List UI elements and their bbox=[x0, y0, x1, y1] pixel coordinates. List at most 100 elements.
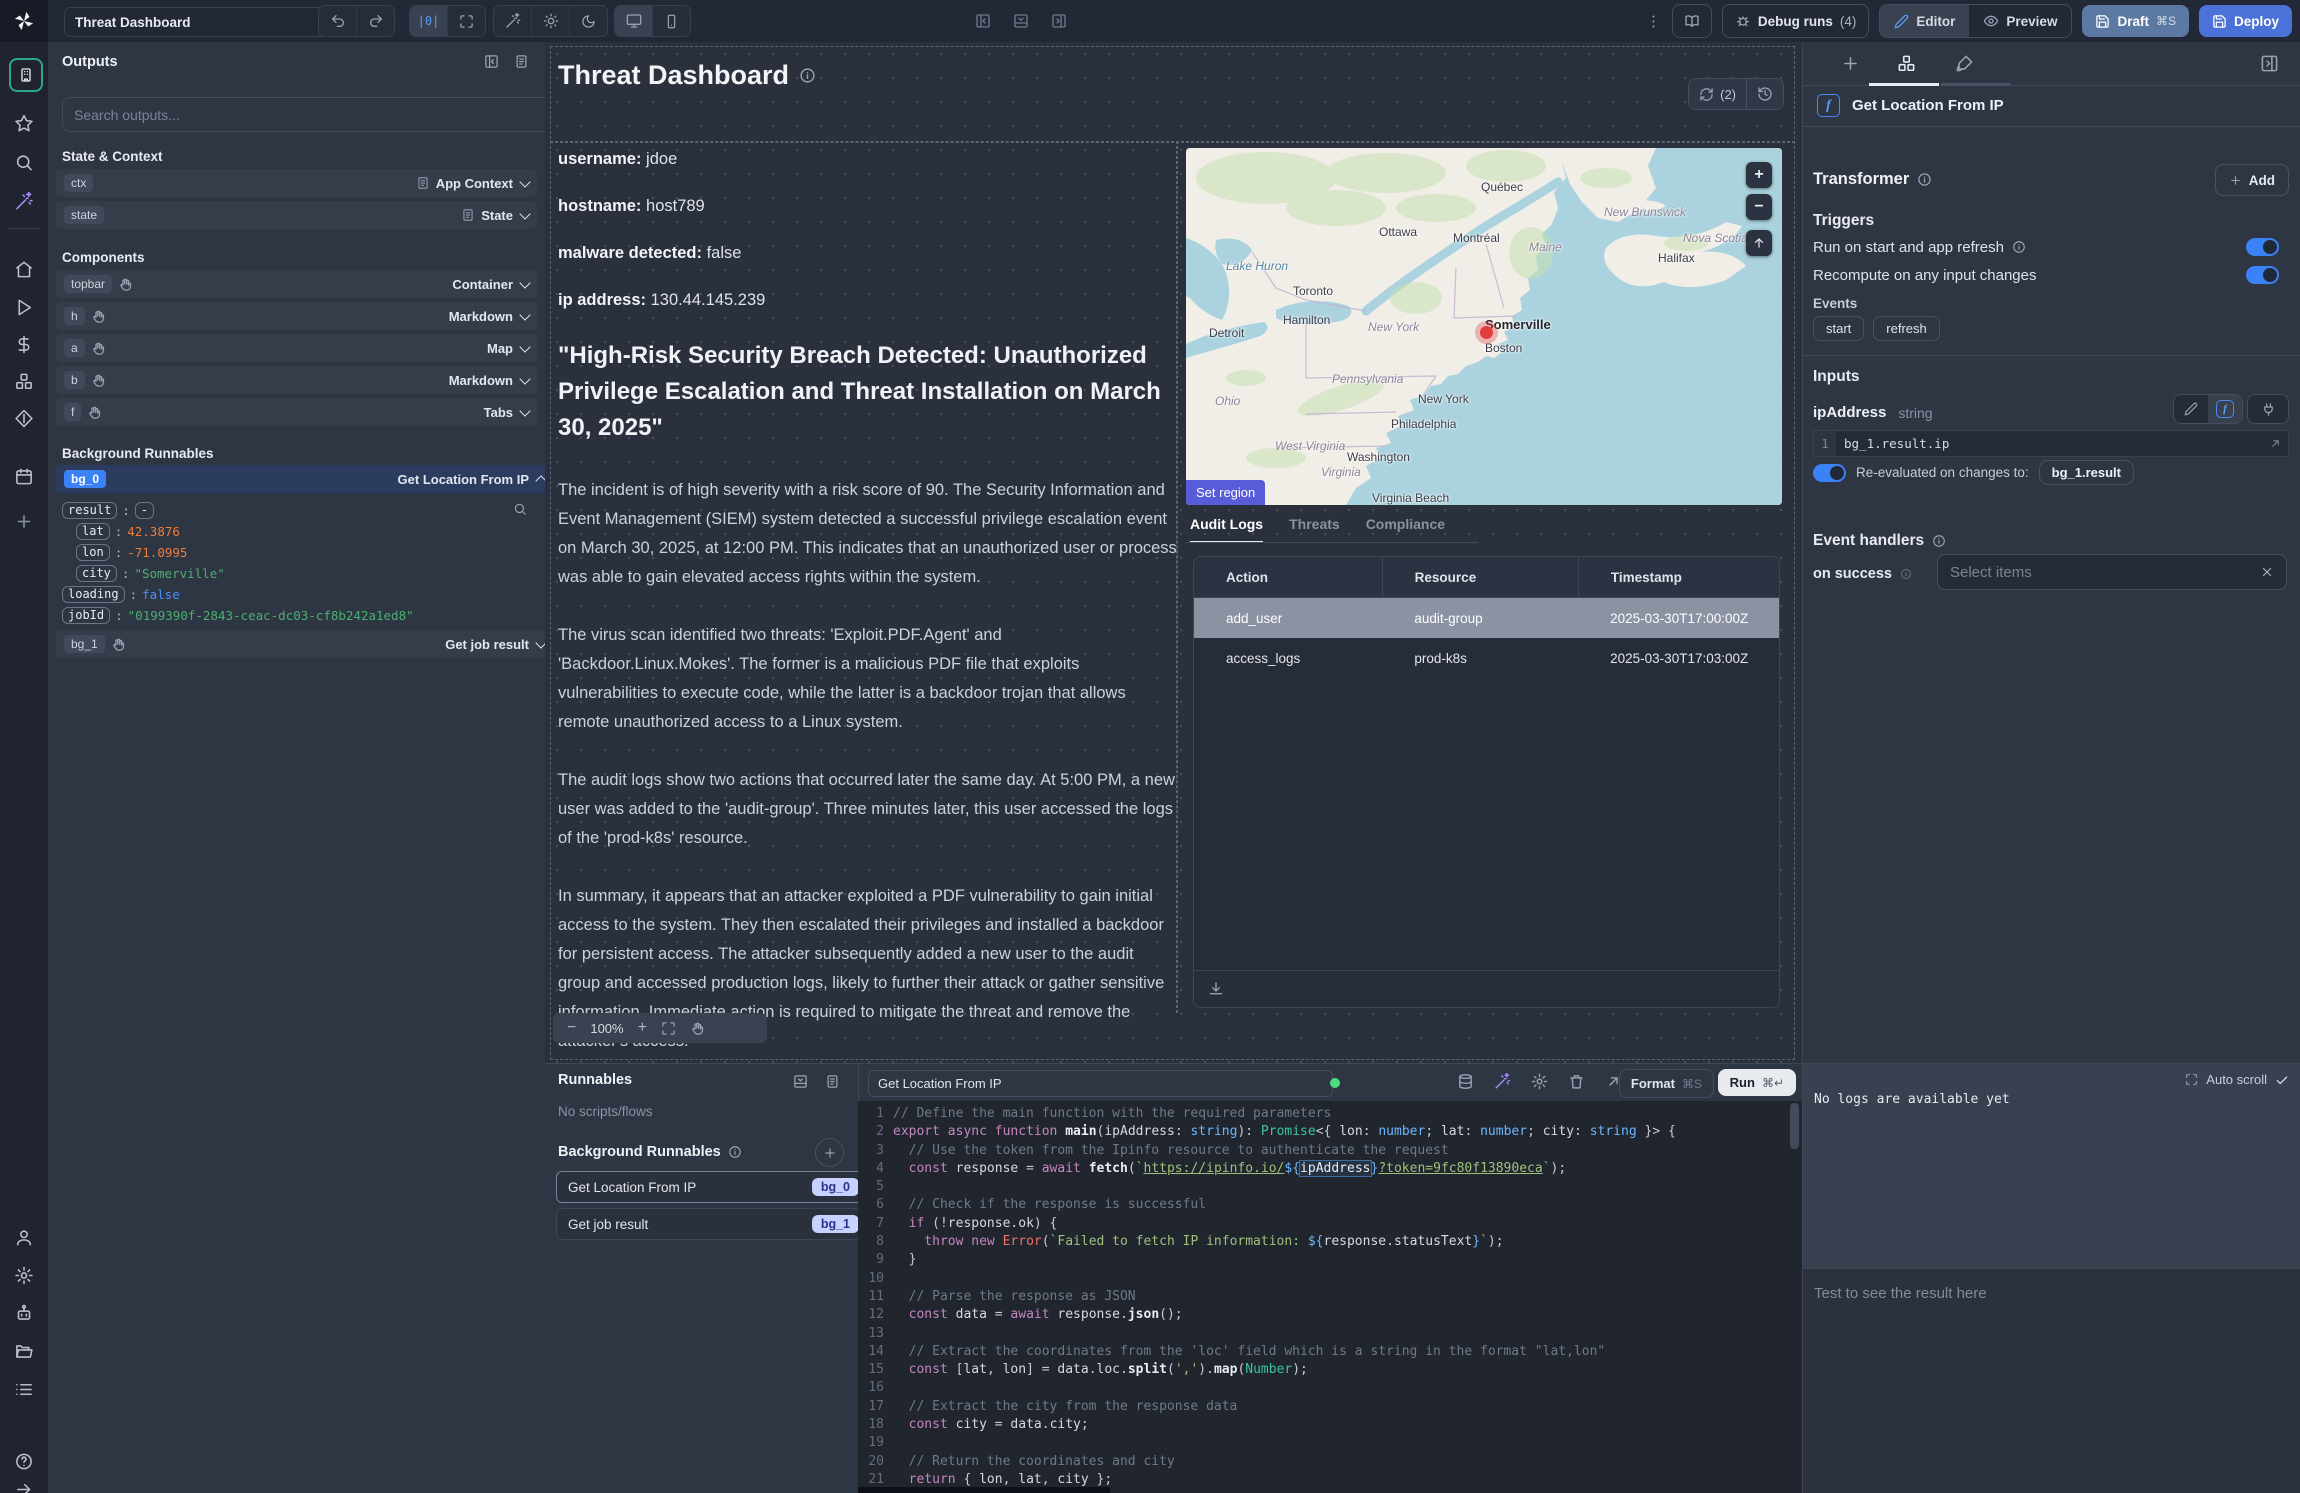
add-runnable-button[interactable] bbox=[815, 1138, 844, 1167]
eval-mode-button[interactable]: f bbox=[2208, 395, 2242, 423]
event-chip-start[interactable]: start bbox=[1813, 316, 1864, 341]
redo-button[interactable] bbox=[357, 6, 394, 36]
event-chip-refresh[interactable]: refresh bbox=[1873, 316, 1939, 341]
bg1-output-row[interactable]: bg_1 Get job result bbox=[56, 630, 553, 658]
ai-wand-icon[interactable] bbox=[1494, 1073, 1511, 1090]
recompute-toggle[interactable] bbox=[2246, 266, 2279, 284]
output-row-topbar[interactable]: topbarContainer bbox=[56, 270, 537, 298]
output-row-ctx[interactable]: ctxApp Context bbox=[56, 169, 537, 197]
rail-favorites-icon[interactable] bbox=[15, 114, 34, 133]
reeval-chip[interactable]: bg_1.result bbox=[2039, 460, 2134, 485]
rail-home-icon[interactable] bbox=[15, 260, 34, 279]
rail-resources-icon[interactable] bbox=[15, 372, 34, 391]
chevron-down-icon[interactable] bbox=[519, 309, 530, 320]
outputs-search-input[interactable]: Search outputs... bbox=[62, 97, 554, 132]
preview-tab[interactable]: Preview bbox=[1969, 5, 2071, 37]
dark-theme-button[interactable] bbox=[570, 6, 607, 36]
column-header-resource[interactable]: Resource bbox=[1382, 557, 1578, 597]
zoom-out-button[interactable]: − bbox=[567, 1019, 576, 1037]
map-component[interactable]: QuébecOttawaMontréalNew BrunswickNova Sc… bbox=[1186, 148, 1782, 505]
runnable-item-bg_0[interactable]: Get Location From IPbg_0 bbox=[556, 1171, 865, 1203]
rail-apps-button[interactable] bbox=[9, 58, 43, 92]
history-button[interactable] bbox=[1746, 79, 1783, 109]
rail-help-icon[interactable] bbox=[15, 1452, 34, 1471]
result-search-icon[interactable] bbox=[513, 502, 527, 516]
rail-deploy-icon[interactable] bbox=[15, 409, 34, 428]
format-button[interactable]: Format ⌘S bbox=[1619, 1069, 1714, 1098]
desktop-view-button[interactable] bbox=[615, 6, 653, 36]
editor-scrollbar[interactable] bbox=[1790, 1103, 1799, 1149]
pan-hand-icon[interactable] bbox=[690, 1021, 705, 1036]
insert-tab-icon[interactable] bbox=[1841, 54, 1860, 73]
rail-ai-icon[interactable] bbox=[15, 192, 34, 211]
refresh-button[interactable]: (2) bbox=[1689, 79, 1746, 109]
output-row-state[interactable]: stateState bbox=[56, 201, 537, 229]
rail-add-icon[interactable] bbox=[15, 512, 34, 531]
light-theme-button[interactable] bbox=[532, 6, 570, 36]
rail-variables-icon[interactable] bbox=[15, 335, 34, 354]
windmill-logo-icon[interactable] bbox=[0, 0, 48, 42]
editor-tab[interactable]: Editor bbox=[1880, 5, 1969, 37]
reeval-toggle[interactable] bbox=[1813, 464, 1846, 482]
expand-icon[interactable] bbox=[2269, 437, 2282, 450]
rail-collapse-icon[interactable] bbox=[15, 1480, 34, 1493]
chevron-down-icon[interactable] bbox=[519, 405, 530, 416]
runnables-doc-icon[interactable] bbox=[825, 1074, 840, 1089]
clear-icon[interactable] bbox=[2260, 565, 2274, 579]
more-menu-icon[interactable] bbox=[1645, 13, 1662, 30]
delete-icon[interactable] bbox=[1568, 1073, 1585, 1090]
output-row-h[interactable]: hMarkdown bbox=[56, 302, 537, 330]
output-row-f[interactable]: fTabs bbox=[56, 398, 537, 426]
connect-input-button[interactable] bbox=[2247, 394, 2289, 424]
tab-audit-logs[interactable]: Audit Logs bbox=[1190, 516, 1263, 543]
table-row[interactable]: add_useraudit-group2025-03-30T17:00:00Z bbox=[1194, 598, 1779, 638]
collapse-toggle[interactable]: - bbox=[135, 502, 154, 519]
rail-logs-icon[interactable] bbox=[15, 1380, 34, 1399]
settings-tab-icon[interactable] bbox=[1897, 54, 1916, 73]
debug-runs-button[interactable]: Debug runs (4) bbox=[1722, 4, 1870, 38]
database-icon[interactable] bbox=[1457, 1073, 1474, 1090]
map-locate-button[interactable] bbox=[1746, 230, 1772, 256]
chevron-down-icon[interactable] bbox=[519, 208, 530, 219]
run-on-start-toggle[interactable] bbox=[2246, 238, 2279, 256]
bg0-output-row[interactable]: bg_0 Get Location From IP bbox=[56, 465, 553, 493]
toggle-bottom-panel-icon[interactable] bbox=[1013, 13, 1029, 29]
static-mode-button[interactable] bbox=[2174, 395, 2208, 423]
chevron-down-icon[interactable] bbox=[519, 277, 530, 288]
code-editor[interactable]: 1// Define the main function with the re… bbox=[858, 1101, 1802, 1493]
tab-threats[interactable]: Threats bbox=[1289, 516, 1340, 543]
toggle-left-panel-icon[interactable] bbox=[975, 13, 991, 29]
draft-button[interactable]: Draft ⌘S bbox=[2082, 5, 2189, 37]
info-icon[interactable] bbox=[799, 67, 816, 84]
runnable-item-bg_1[interactable]: Get job resultbg_1 bbox=[556, 1208, 865, 1240]
style-tab-icon[interactable] bbox=[1955, 54, 1974, 73]
rail-schedules-icon[interactable] bbox=[15, 467, 34, 486]
input-expression-editor[interactable]: 1 bg_1.result.ip bbox=[1813, 430, 2289, 457]
component-ids-toggle[interactable]: |0| bbox=[410, 6, 448, 36]
column-header-action[interactable]: Action bbox=[1194, 557, 1382, 597]
script-name-input[interactable]: Get Location From IP bbox=[868, 1070, 1333, 1097]
on-success-select[interactable]: Select items bbox=[1937, 554, 2287, 590]
undo-button[interactable] bbox=[319, 6, 357, 36]
column-header-timestamp[interactable]: Timestamp bbox=[1578, 557, 1779, 597]
tab-compliance[interactable]: Compliance bbox=[1366, 516, 1445, 543]
fit-view-icon[interactable] bbox=[661, 1021, 676, 1036]
settings-icon[interactable] bbox=[1531, 1073, 1548, 1090]
ai-assistant-button[interactable] bbox=[494, 6, 532, 36]
collapse-panel-icon[interactable] bbox=[484, 54, 499, 69]
zoom-in-button[interactable]: + bbox=[638, 1019, 647, 1037]
deploy-button[interactable]: Deploy bbox=[2199, 5, 2292, 37]
fullscreen-button[interactable] bbox=[448, 6, 485, 36]
map-zoom-in-button[interactable]: + bbox=[1746, 162, 1772, 188]
rail-settings-icon[interactable] bbox=[15, 1266, 34, 1285]
chevron-down-icon[interactable] bbox=[519, 373, 530, 384]
autoscroll-checkbox[interactable] bbox=[2275, 1073, 2289, 1087]
expand-logs-icon[interactable] bbox=[2185, 1073, 2198, 1086]
rail-search-icon[interactable] bbox=[15, 153, 34, 172]
app-title-input[interactable]: Threat Dashboard bbox=[64, 7, 334, 37]
chevron-down-icon[interactable] bbox=[519, 341, 530, 352]
editor-hscrollbar[interactable] bbox=[858, 1487, 1110, 1493]
add-transformer-button[interactable]: Add bbox=[2215, 164, 2289, 196]
rail-folders-icon[interactable] bbox=[15, 1342, 34, 1361]
mobile-view-button[interactable] bbox=[653, 6, 690, 36]
